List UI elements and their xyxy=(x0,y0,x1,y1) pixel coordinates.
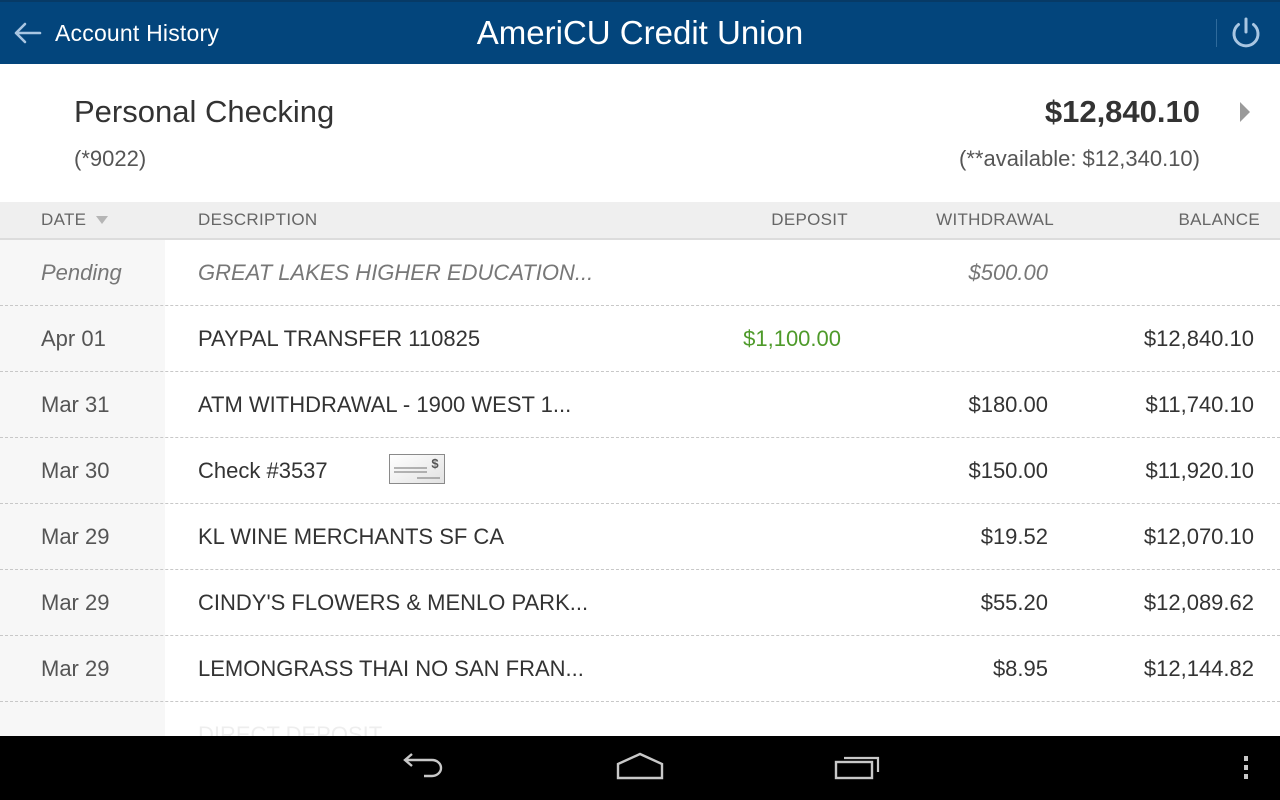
transaction-row-pending[interactable]: Pending GREAT LAKES HIGHER EDUCATION... … xyxy=(0,240,1280,306)
transaction-row[interactable]: Apr 01 PAYPAL TRANSFER 110825 $1,100.00 … xyxy=(0,306,1280,372)
transaction-withdrawal: $150.00 xyxy=(968,457,1048,483)
transaction-description: CINDY'S FLOWERS & MENLO PARK... xyxy=(198,589,589,615)
transaction-balance: $12,144.82 xyxy=(1143,655,1254,681)
back-label: Account History xyxy=(55,19,220,46)
transaction-description: ATM WITHDRAWAL - 1900 WEST 1... xyxy=(198,391,572,417)
action-bar-divider xyxy=(1216,19,1217,47)
transaction-withdrawal: $55.20 xyxy=(980,589,1048,615)
transaction-row[interactable]: Mar 29 CINDY'S FLOWERS & MENLO PARK... $… xyxy=(0,570,1280,636)
transaction-balance: $12,089.62 xyxy=(1143,589,1254,615)
back-to-account-history-button[interactable]: Account History xyxy=(12,2,219,64)
account-balance: $12,840.10 xyxy=(1044,94,1200,129)
column-header-date[interactable]: DATE xyxy=(41,202,109,238)
transaction-date: Mar 30 xyxy=(41,457,110,483)
transaction-date: Mar 29 xyxy=(41,589,110,615)
sort-descending-icon xyxy=(96,216,109,224)
transaction-row-partial[interactable]: DIRECT DEPOSIT xyxy=(0,702,1280,737)
table-header: DATE DESCRIPTION DEPOSIT WITHDRAWAL BALA… xyxy=(0,202,1280,240)
action-bar: Account History AmeriCU Credit Union xyxy=(0,0,1280,64)
transaction-balance: $11,920.10 xyxy=(1145,457,1254,483)
recent-apps-icon[interactable] xyxy=(832,750,884,784)
available-balance: (**available: $12,340.10) xyxy=(959,146,1200,171)
column-header-deposit: DEPOSIT xyxy=(771,210,848,229)
overflow-menu-icon[interactable] xyxy=(1236,750,1256,784)
transaction-row[interactable]: Mar 31 ATM WITHDRAWAL - 1900 WEST 1... $… xyxy=(0,372,1280,438)
power-icon[interactable] xyxy=(1228,14,1264,52)
transaction-description: DIRECT DEPOSIT xyxy=(198,721,383,737)
transaction-date: Pending xyxy=(41,259,122,285)
transaction-description: GREAT LAKES HIGHER EDUCATION... xyxy=(198,259,594,285)
column-header-withdrawal: WITHDRAWAL xyxy=(936,210,1054,229)
transaction-row[interactable]: Mar 29 KL WINE MERCHANTS SF CA $19.52 $1… xyxy=(0,504,1280,570)
transaction-withdrawal: $500.00 xyxy=(968,259,1048,285)
check-image-icon[interactable]: $ xyxy=(389,454,445,484)
column-header-balance: BALANCE xyxy=(1178,210,1260,229)
transaction-balance: $11,740.10 xyxy=(1145,391,1254,417)
transaction-description: PAYPAL TRANSFER 110825 xyxy=(198,325,481,351)
column-header-description: DESCRIPTION xyxy=(198,210,318,229)
transaction-balance: $12,840.10 xyxy=(1143,325,1254,351)
transaction-date: Apr 01 xyxy=(41,325,106,351)
column-header-date-label: DATE xyxy=(41,210,87,229)
back-icon[interactable] xyxy=(400,750,448,784)
system-navigation-bar xyxy=(0,736,1280,800)
transaction-row[interactable]: Mar 30 Check #3537 $ $150.00 $11,920.10 xyxy=(0,438,1280,504)
transaction-date: Mar 31 xyxy=(41,391,110,417)
account-summary[interactable]: Personal Checking (*9022) $12,840.10 (**… xyxy=(0,64,1280,202)
transaction-description: LEMONGRASS THAI NO SAN FRAN... xyxy=(198,655,584,681)
account-name: Personal Checking xyxy=(74,94,335,129)
transaction-row[interactable]: Mar 29 LEMONGRASS THAI NO SAN FRAN... $8… xyxy=(0,636,1280,702)
transaction-withdrawal: $19.52 xyxy=(980,523,1048,549)
svg-text:$: $ xyxy=(431,456,439,471)
transaction-list[interactable]: Pending GREAT LAKES HIGHER EDUCATION... … xyxy=(0,240,1280,736)
home-icon[interactable] xyxy=(614,750,666,784)
account-number: (*9022) xyxy=(74,146,147,171)
transaction-description: KL WINE MERCHANTS SF CA xyxy=(198,523,504,549)
transaction-balance: $12,070.10 xyxy=(1143,523,1254,549)
transaction-description: Check #3537 xyxy=(198,457,328,483)
transaction-date: Mar 29 xyxy=(41,523,110,549)
transaction-date: Mar 29 xyxy=(41,655,110,681)
transaction-deposit: $1,100.00 xyxy=(743,325,841,351)
chevron-right-icon[interactable] xyxy=(1238,100,1252,124)
back-arrow-icon xyxy=(14,22,42,44)
transaction-withdrawal: $8.95 xyxy=(992,655,1048,681)
transaction-withdrawal: $180.00 xyxy=(968,391,1048,417)
